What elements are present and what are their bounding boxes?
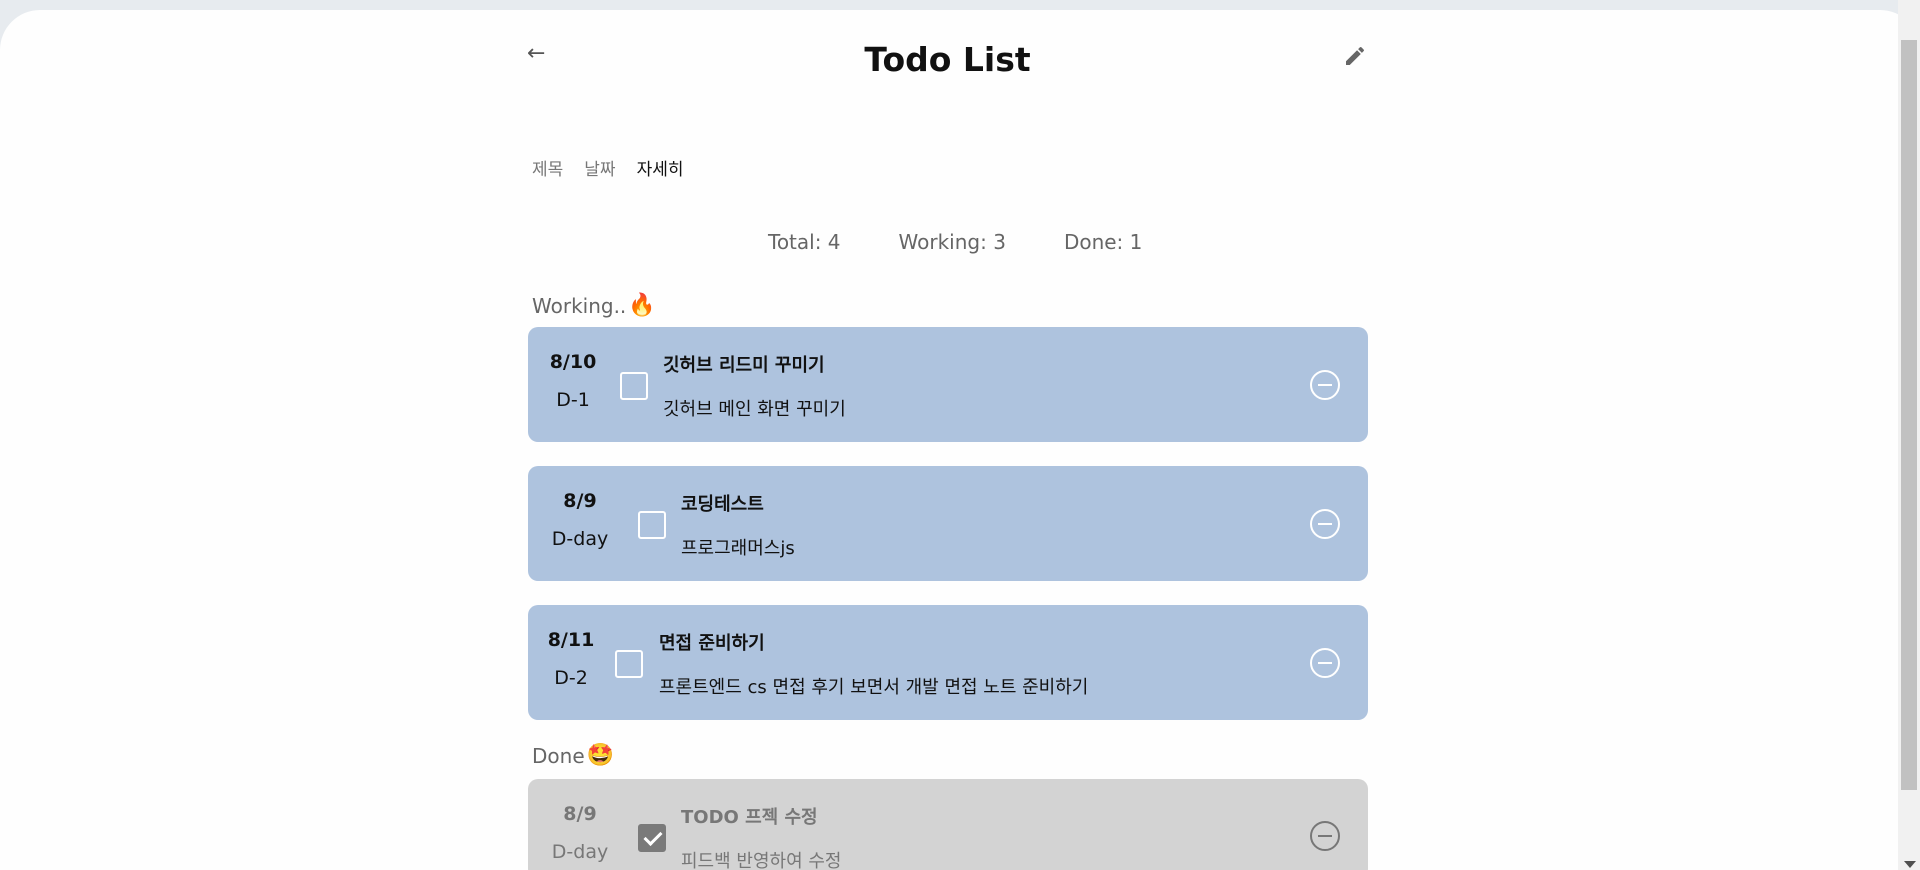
stat-total: Total: 4 xyxy=(768,230,841,254)
scrollbar-thumb[interactable] xyxy=(1901,40,1917,790)
todo-card: 8/10 D-1 깃허브 리드미 꾸미기 깃허브 메인 화면 꾸미기 xyxy=(528,327,1368,442)
text-column: 깃허브 리드미 꾸미기 깃허브 메인 화면 꾸미기 xyxy=(663,351,846,421)
star-eyes-emoji-icon: 🤩 xyxy=(586,743,615,768)
todo-detail: 깃허브 메인 화면 꾸미기 xyxy=(663,399,846,420)
todo-date: 8/9 xyxy=(563,490,597,512)
todo-detail: 프론트엔드 cs 면접 후기 보면서 개발 면접 노트 준비하기 xyxy=(659,677,1089,698)
remove-circle-icon[interactable] xyxy=(1310,648,1340,678)
todo-date: 8/10 xyxy=(549,351,597,373)
todo-card: 8/9 D-day 코딩테스트 프로그래머스js xyxy=(528,466,1368,581)
tab-title-sort[interactable]: 제목 xyxy=(532,155,563,180)
todo-checkbox[interactable] xyxy=(615,650,643,678)
remove-circle-icon[interactable] xyxy=(1310,370,1340,400)
date-column: 8/9 D-day xyxy=(535,803,625,863)
scrollbar[interactable] xyxy=(1898,0,1920,870)
todo-checkbox[interactable] xyxy=(620,372,648,400)
done-todo-card: 8/9 D-day TODO 프젝 수정 피드백 반영하여 수정 xyxy=(528,779,1368,870)
todo-title: 코딩테스트 xyxy=(681,494,764,515)
todo-date: 8/9 xyxy=(563,803,597,825)
app-container: ← Todo List 제목 날짜 자세히 Total: 4 Working: … xyxy=(0,10,1920,870)
tab-detail-sort[interactable]: 자세히 xyxy=(637,155,684,180)
todo-detail: 피드백 반영하여 수정 xyxy=(681,851,842,870)
checked-checkbox[interactable] xyxy=(638,824,666,852)
done-label-text: Done xyxy=(532,743,585,768)
page-title: Todo List xyxy=(864,40,1031,79)
todo-title: 면접 준비하기 xyxy=(659,633,765,654)
todo-date: 8/11 xyxy=(547,629,595,651)
todo-title: TODO 프젝 수정 xyxy=(681,807,818,828)
todo-dday: D-day xyxy=(551,841,609,863)
todo-detail: 프로그래머스js xyxy=(681,538,795,559)
date-column: 8/9 D-day xyxy=(535,490,625,550)
fire-emoji-icon: 🔥 xyxy=(628,293,656,318)
stats-bar: Total: 4 Working: 3 Done: 1 xyxy=(768,230,1142,254)
remove-circle-icon[interactable] xyxy=(1310,509,1340,539)
date-column: 8/11 D-2 xyxy=(526,629,616,689)
scroll-down-arrow-icon[interactable] xyxy=(1904,861,1916,868)
date-column: 8/10 D-1 xyxy=(528,351,618,411)
todo-title: 깃허브 리드미 꾸미기 xyxy=(663,355,825,376)
working-section-label: Working.. 🔥 xyxy=(532,293,656,318)
text-column: TODO 프젝 수정 피드백 반영하여 수정 xyxy=(681,803,841,870)
stat-done: Done: 1 xyxy=(1063,230,1143,254)
pencil-icon[interactable] xyxy=(1343,44,1367,68)
todo-dday: D-day xyxy=(551,528,609,550)
working-label-text: Working.. xyxy=(532,293,627,318)
remove-circle-icon[interactable] xyxy=(1310,821,1340,851)
text-column: 면접 준비하기 프론트엔드 cs 면접 후기 보면서 개발 면접 노트 준비하기 xyxy=(659,629,1088,699)
done-section-label: Done 🤩 xyxy=(532,743,614,768)
todo-checkbox[interactable] xyxy=(638,511,666,539)
todo-dday: D-2 xyxy=(554,667,588,689)
sort-tabs: 제목 날짜 자세히 xyxy=(532,155,683,180)
tab-date-sort[interactable]: 날짜 xyxy=(584,155,615,180)
todo-card: 8/11 D-2 면접 준비하기 프론트엔드 cs 면접 후기 보면서 개발 면… xyxy=(528,605,1368,720)
todo-dday: D-1 xyxy=(556,389,590,411)
text-column: 코딩테스트 프로그래머스js xyxy=(681,490,795,560)
stat-working: Working: 3 xyxy=(898,230,1006,254)
